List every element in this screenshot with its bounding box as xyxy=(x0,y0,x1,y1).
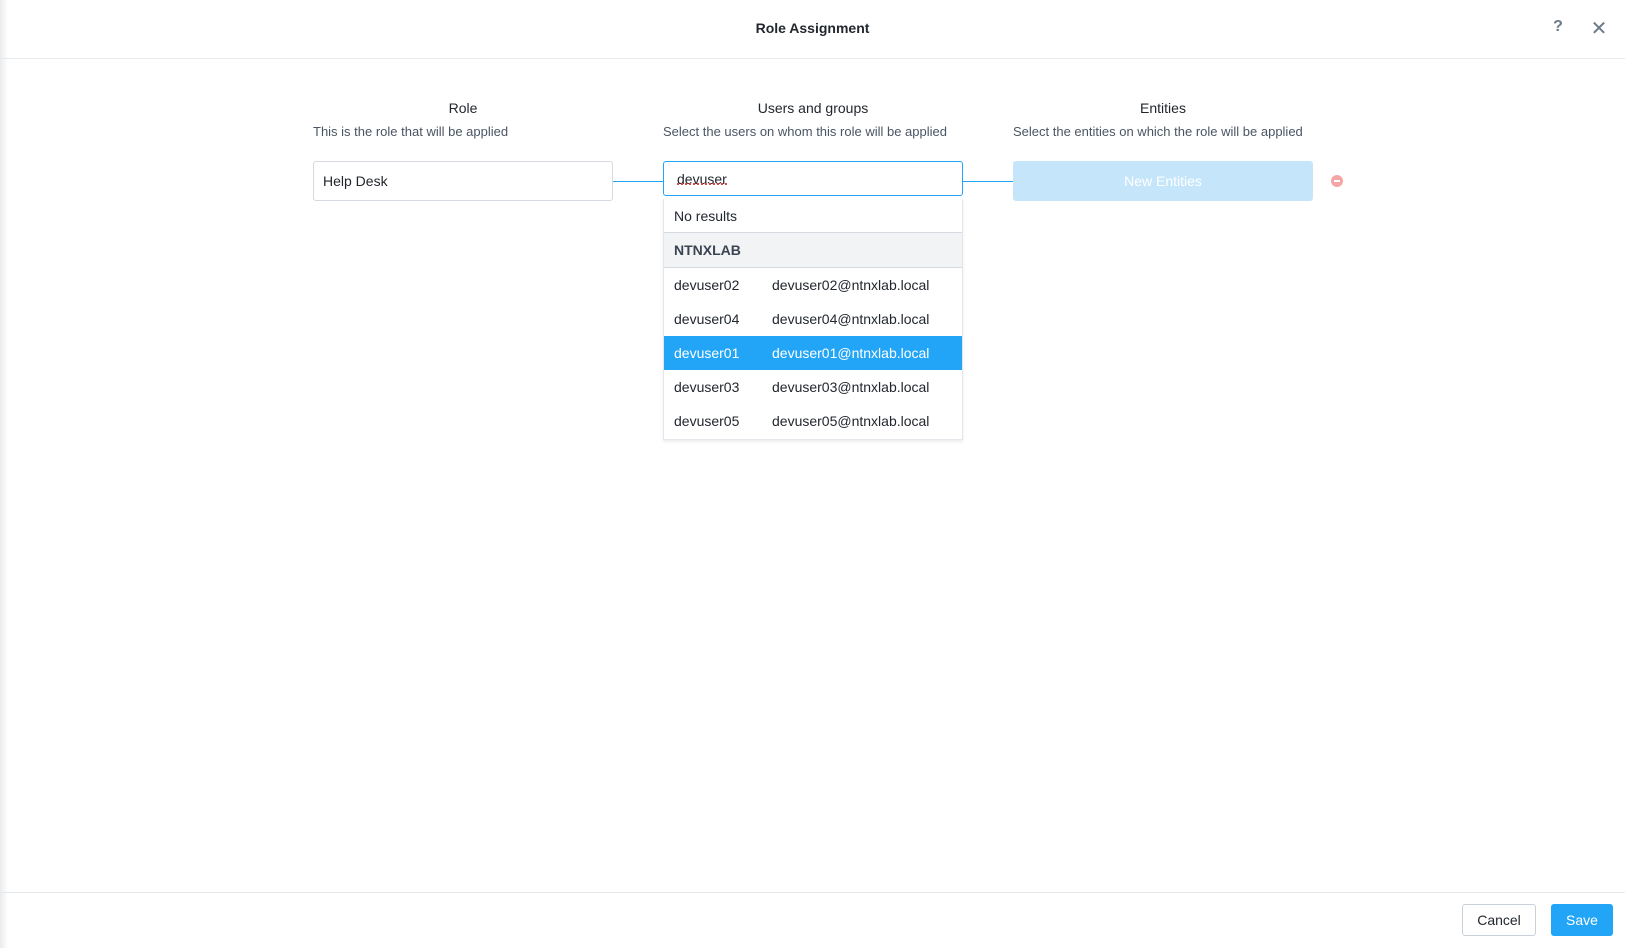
user-option-email: devuser01@ntnxlab.local xyxy=(772,345,930,361)
user-option-email: devuser05@ntnxlab.local xyxy=(772,413,930,429)
role-description: This is the role that will be applied xyxy=(313,124,509,139)
users-heading: Users and groups xyxy=(757,100,869,116)
left-panel-edge xyxy=(0,0,8,948)
user-option-email: devuser03@ntnxlab.local xyxy=(772,379,930,395)
no-results-label: No results xyxy=(664,199,962,233)
spellcheck-underline xyxy=(677,183,727,185)
connector-line xyxy=(613,181,663,182)
role-heading: Role xyxy=(448,100,478,116)
user-option-email: devuser02@ntnxlab.local xyxy=(772,277,930,293)
connector-line xyxy=(963,181,1013,182)
cancel-button[interactable]: Cancel xyxy=(1462,904,1536,936)
user-option[interactable]: devuser04 devuser04@ntnxlab.local xyxy=(664,302,962,336)
user-option-name: devuser02 xyxy=(674,277,740,293)
help-icon[interactable]: ? xyxy=(1548,18,1568,38)
user-option-selected[interactable]: devuser01 devuser01@ntnxlab.local xyxy=(664,336,962,370)
new-entities-button[interactable]: New Entities xyxy=(1013,161,1313,201)
user-option-name: devuser04 xyxy=(674,311,740,327)
user-option-name: devuser03 xyxy=(674,379,740,395)
remove-icon[interactable] xyxy=(1331,175,1343,187)
user-option[interactable]: devuser03 devuser03@ntnxlab.local xyxy=(664,370,962,404)
dialog-title: Role Assignment xyxy=(755,20,870,36)
user-option-email: devuser04@ntnxlab.local xyxy=(772,311,930,327)
dialog-header: Role Assignment ? ✕ xyxy=(0,0,1625,59)
entities-description: Select the entities on which the role wi… xyxy=(1013,124,1303,139)
users-description: Select the users on whom this role will … xyxy=(663,124,947,139)
close-icon[interactable]: ✕ xyxy=(1588,16,1610,40)
user-option[interactable]: devuser05 devuser05@ntnxlab.local xyxy=(664,404,962,438)
users-dropdown: No results NTNXLAB devuser02 devuser02@n… xyxy=(663,199,963,440)
role-field[interactable]: Help Desk xyxy=(313,161,613,201)
users-search-input[interactable] xyxy=(663,161,963,196)
group-header: NTNXLAB xyxy=(664,233,962,268)
save-button[interactable]: Save xyxy=(1551,904,1613,936)
dialog-footer xyxy=(0,892,1625,948)
entities-heading: Entities xyxy=(1140,100,1186,116)
user-option[interactable]: devuser02 devuser02@ntnxlab.local xyxy=(664,268,962,302)
user-option-name: devuser05 xyxy=(674,413,740,429)
user-option-name: devuser01 xyxy=(674,345,740,361)
